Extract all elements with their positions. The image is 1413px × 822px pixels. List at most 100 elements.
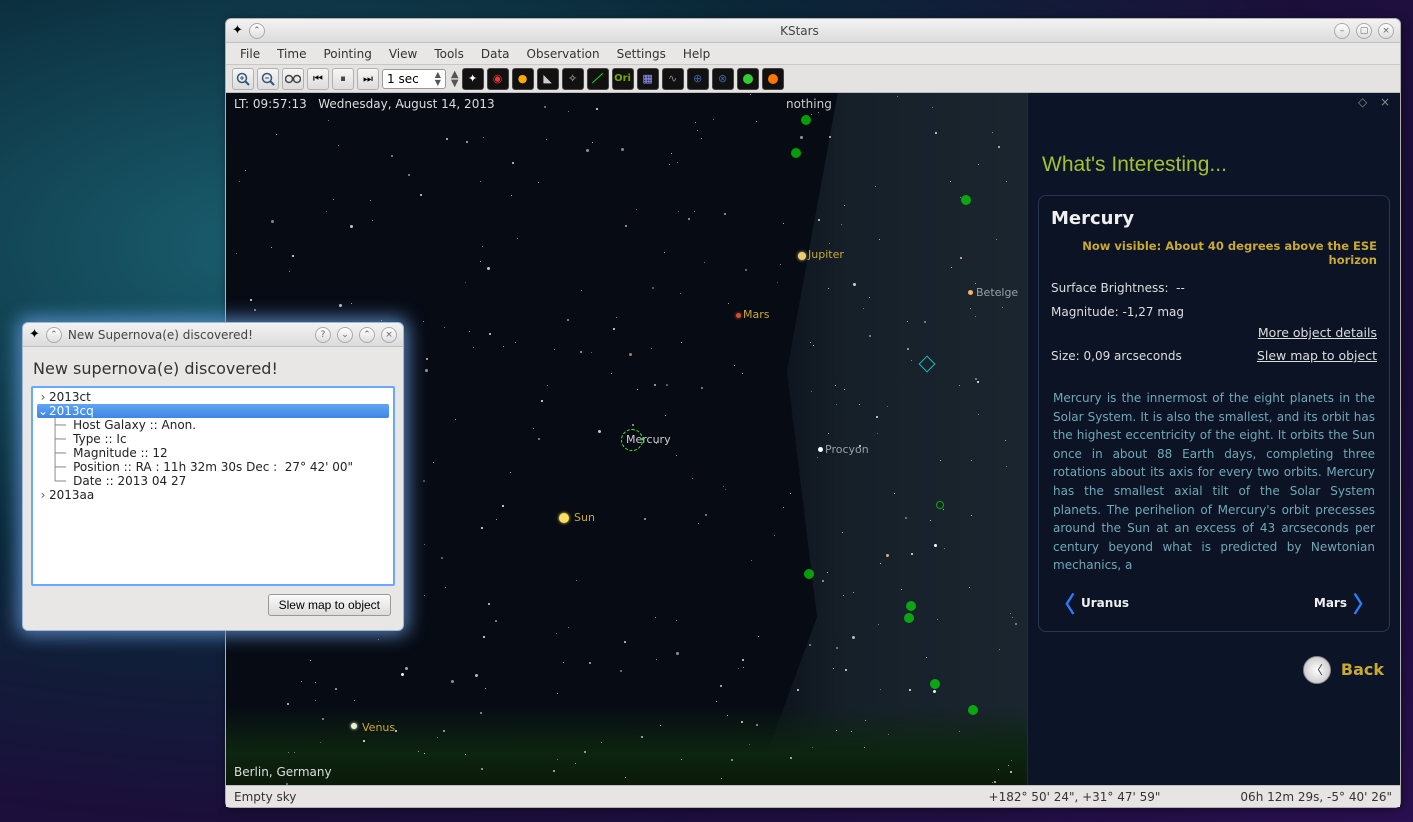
whats-interesting-panel: ◇ × What's Interesting... Mercury Now vi… — [1027, 93, 1400, 785]
magnitude: Magnitude: -1,27 mag — [1051, 305, 1377, 319]
tree-item[interactable]: ›2013aa — [37, 488, 389, 502]
status-coord2: 06h 12m 29s, -5° 40' 26" — [1240, 790, 1392, 804]
menu-pointing[interactable]: Pointing — [315, 45, 379, 63]
betelgeuse-label: Betelge — [976, 286, 1018, 299]
tree-item[interactable]: ›2013ct — [37, 390, 389, 404]
deepsky-obj — [968, 705, 978, 715]
statusbar: Empty sky +182° 50' 24", +31° 47' 59" 06… — [226, 785, 1400, 807]
time-back-btn[interactable]: ⏮ — [307, 68, 329, 90]
menu-observation[interactable]: Observation — [519, 45, 608, 63]
sky-clock: LT: 09:57:13 Wednesday, August 14, 2013 — [234, 97, 495, 111]
chevron-right-icon: 〉 — [1353, 587, 1375, 619]
dialog-close-btn[interactable]: × — [381, 327, 397, 343]
prev-object-btn[interactable]: 〈 Uranus — [1053, 587, 1129, 619]
tree-detail: └─ Date :: 2013 04 27 — [37, 474, 389, 488]
deepsky-diamond — [919, 356, 936, 373]
focus-marker — [621, 429, 643, 451]
panel-detach-btn[interactable]: ◇ — [1358, 95, 1372, 109]
dialog-heading: New supernova(e) discovered! — [33, 359, 393, 378]
pointer-object: nothing — [786, 97, 832, 111]
toggle-cnames-btn[interactable]: Ori — [612, 68, 634, 90]
dialog-help-btn[interactable]: ? — [315, 327, 331, 343]
expand-icon[interactable]: › — [37, 488, 49, 502]
close-btn[interactable]: × — [1378, 23, 1394, 39]
panel-title: What's Interesting... — [1028, 113, 1400, 189]
dialog-rollup-btn[interactable]: ⌃ — [46, 327, 62, 343]
dialog-icon: ✦ — [29, 327, 40, 342]
dialog-max-btn[interactable]: ⌃ — [359, 327, 375, 343]
time-step-select[interactable]: 1 sec ▲▼ — [382, 69, 446, 89]
dialog-slew-btn[interactable]: Slew map to object — [268, 594, 391, 616]
tree-detail: ├─ Magnitude :: 12 — [37, 446, 389, 460]
collapse-icon[interactable]: ⌄ — [37, 404, 49, 418]
time-pause-btn[interactable]: ⏸ — [332, 68, 354, 90]
minimize-btn[interactable]: – — [1334, 23, 1350, 39]
zoom-out-btn[interactable] — [257, 68, 279, 90]
menu-data[interactable]: Data — [473, 45, 518, 63]
find-btn[interactable] — [282, 68, 304, 90]
visibility-line: Now visible: About 40 degrees above the … — [1051, 239, 1377, 267]
toggle-clines-btn[interactable]: ╱ — [587, 68, 609, 90]
toggle-horizgrid-btn[interactable]: ⊗ — [712, 68, 734, 90]
dialog-min-btn[interactable]: ⌄ — [337, 327, 353, 343]
toggle-deepsky-btn[interactable]: ◉ — [487, 68, 509, 90]
sun-dot — [559, 513, 569, 523]
toggle-cbounds-btn[interactable]: ▦ — [637, 68, 659, 90]
back-btn[interactable]: 〈 — [1303, 656, 1331, 684]
menu-help[interactable]: Help — [675, 45, 718, 63]
dialog-titlebar[interactable]: ✦ ⌃ New Supernova(e) discovered! ? ⌄ ⌃ × — [23, 323, 403, 347]
toggle-satellites-btn[interactable]: ◣ — [537, 68, 559, 90]
toggle-ground-btn[interactable] — [737, 68, 759, 90]
object-card: Mercury Now visible: About 40 degrees ab… — [1038, 195, 1390, 632]
expand-icon[interactable]: › — [37, 390, 49, 404]
next-object-btn[interactable]: Mars 〉 — [1314, 587, 1375, 619]
status-left: Empty sky — [234, 790, 296, 804]
venus-dot — [351, 723, 357, 729]
jupiter-dot — [798, 252, 806, 260]
deepsky-obj — [930, 679, 940, 689]
tree-detail: ├─ Position :: RA : 11h 32m 30s Dec : 27… — [37, 460, 389, 474]
toggle-eqgrid-btn[interactable]: ⊕ — [687, 68, 709, 90]
app-icon: ✦ — [232, 23, 243, 38]
dialog-title: New Supernova(e) discovered! — [68, 328, 315, 342]
tree-detail: ├─ Host Galaxy :: Anon. — [37, 418, 389, 432]
chevron-left-icon: 〈 — [1311, 661, 1323, 678]
maximize-btn[interactable]: ▢ — [1356, 23, 1372, 39]
toggle-stars-btn[interactable]: ✦ — [462, 68, 484, 90]
horizon-overlay — [226, 705, 1027, 785]
toggle-flags-btn[interactable] — [762, 68, 784, 90]
menubar: File Time Pointing View Tools Data Obser… — [226, 43, 1400, 65]
back-label[interactable]: Back — [1341, 660, 1384, 679]
zoom-in-btn[interactable] — [232, 68, 254, 90]
panel-close-btn[interactable]: × — [1380, 95, 1394, 109]
surface-brightness: Surface Brightness: -- — [1051, 281, 1377, 295]
time-step-spinner[interactable]: ▲▼ — [435, 71, 441, 87]
toggle-planets-btn[interactable]: ● — [512, 68, 534, 90]
toggle-supernovae-btn[interactable]: ✧ — [562, 68, 584, 90]
menu-file[interactable]: File — [232, 45, 268, 63]
toggle-milkyway-btn[interactable]: ∿ — [662, 68, 684, 90]
menu-settings[interactable]: Settings — [609, 45, 674, 63]
betelgeuse-star — [968, 290, 973, 295]
deepsky-obj — [936, 501, 944, 509]
slew-link[interactable]: Slew map to object — [1257, 348, 1377, 363]
supernova-tree[interactable]: ›2013ct ⌄2013cq ├─ Host Galaxy :: Anon. … — [31, 386, 395, 586]
time-fwd-btn[interactable]: ⏭ — [357, 68, 379, 90]
menu-view[interactable]: View — [381, 45, 425, 63]
window-title: KStars — [265, 24, 1334, 38]
deepsky-obj — [804, 569, 814, 579]
menu-tools[interactable]: Tools — [426, 45, 472, 63]
more-details-link[interactable]: More object details — [1258, 325, 1377, 340]
rollup-btn[interactable]: ⌃ — [249, 23, 265, 39]
titlebar[interactable]: ✦ ⌃ KStars – ▢ × — [226, 19, 1400, 43]
tree-item-selected[interactable]: ⌄2013cq — [37, 404, 389, 418]
status-coord1: +182° 50' 24", +31° 47' 59" — [989, 790, 1161, 804]
step-down-btn[interactable]: ▼ — [451, 79, 459, 88]
sun-label: Sun — [574, 511, 595, 524]
procyon-label: Procyon — [825, 443, 869, 456]
menu-time[interactable]: Time — [269, 45, 314, 63]
deepsky-obj — [791, 148, 801, 158]
location-label: Berlin, Germany — [234, 765, 332, 779]
supernova-dialog: ✦ ⌃ New Supernova(e) discovered! ? ⌄ ⌃ ×… — [22, 322, 404, 631]
chevron-left-icon: 〈 — [1053, 587, 1075, 619]
